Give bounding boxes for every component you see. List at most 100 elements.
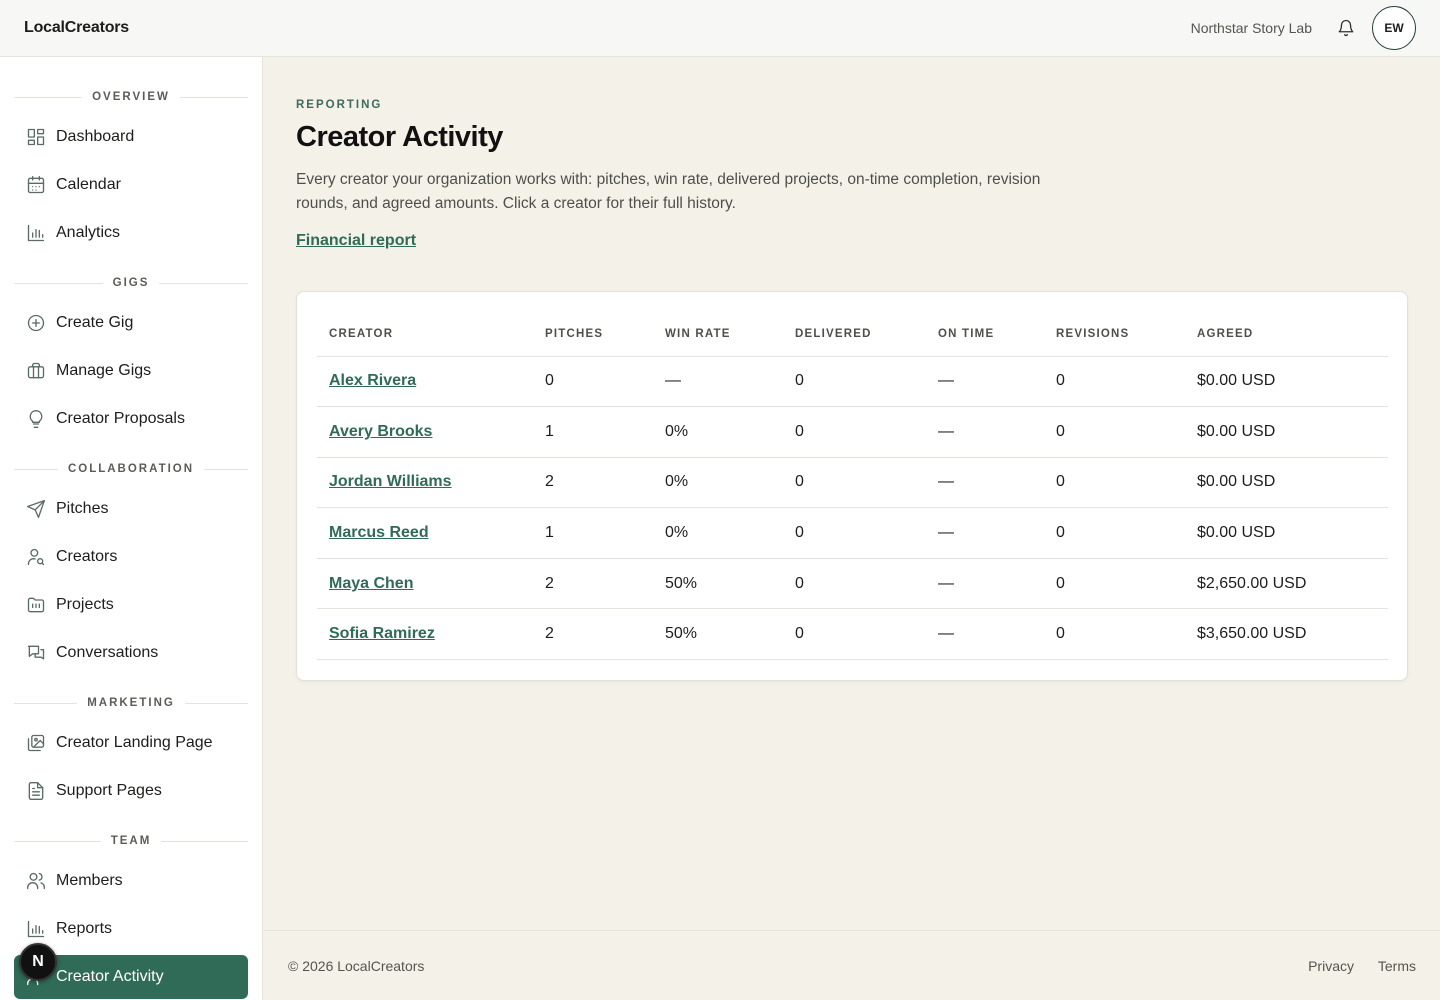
sidebar-item-creator-proposals[interactable]: Creator Proposals: [14, 397, 248, 441]
section-heading-text: OVERVIEW: [92, 91, 170, 103]
table-cell-on-time: —: [926, 558, 1044, 610]
sidebar: OVERVIEW Dashboard Calendar Analytics GIGS Cr…: [0, 57, 263, 1000]
financial-report-link[interactable]: Financial report: [296, 232, 416, 250]
divider: [159, 282, 249, 284]
creator-cell: Maya Chen: [317, 558, 533, 610]
chat-icon: [26, 643, 46, 663]
table-cell-agreed: $0.00 USD: [1185, 507, 1388, 559]
creator-cell: Marcus Reed: [317, 507, 533, 559]
sidebar-item-projects[interactable]: Projects: [14, 583, 248, 627]
column-header-pitches: PITCHES: [533, 312, 653, 357]
table-cell-revisions: 0: [1044, 558, 1185, 610]
floating-badge[interactable]: N: [19, 943, 57, 981]
sidebar-item-creator-landing-page[interactable]: Creator Landing Page: [14, 721, 248, 765]
sidebar-item-label: Creator Landing Page: [56, 734, 213, 751]
table-cell-agreed: $0.00 USD: [1185, 457, 1388, 509]
column-header-delivered: DELIVERED: [783, 312, 926, 357]
creator-link[interactable]: Marcus Reed: [329, 524, 429, 541]
briefcase-icon: [26, 361, 46, 381]
creator-link[interactable]: Avery Brooks: [329, 423, 432, 440]
creator-link[interactable]: Jordan Williams: [329, 473, 452, 490]
divider: [204, 468, 248, 470]
divider: [14, 840, 101, 842]
table-cell-on-time: —: [926, 507, 1044, 559]
sidebar-item-dashboard[interactable]: Dashboard: [14, 115, 248, 159]
table-row: Jordan Williams 2 0% 0—0 $0.00 USD: [317, 457, 1388, 509]
table-cell-win-rate: —: [653, 356, 783, 408]
table-cell-delivered: 0: [783, 608, 926, 661]
table-cell-revisions: 0: [1044, 406, 1185, 458]
sidebar-item-label: Create Gig: [56, 314, 134, 331]
table-cell-pitches: 2: [533, 558, 653, 610]
footer: © 2026 LocalCreators Privacy Terms: [264, 930, 1440, 1000]
table-cell-on-time: —: [926, 457, 1044, 509]
table-header-row: CREATOR PITCHES WIN RATE DELIVERED ON TIME RE…: [317, 312, 1388, 357]
sidebar-item-creators[interactable]: Creators: [14, 535, 248, 579]
table-cell-win-rate: 50%: [653, 558, 783, 610]
sidebar-item-label: Dashboard: [56, 128, 135, 145]
table-cell-revisions: 0: [1044, 356, 1185, 408]
divider: [14, 468, 58, 470]
section-heading-text: GIGS: [112, 277, 150, 289]
folder-icon: [26, 595, 46, 615]
divider: [14, 702, 78, 704]
sidebar-section-collaboration: COLLABORATION Pitches Creators Projects Conv…: [14, 459, 248, 679]
sidebar-item-label: Manage Gigs: [56, 362, 152, 379]
sidebar-section-heading: MARKETING: [14, 693, 249, 713]
terms-link[interactable]: Terms: [1378, 958, 1416, 974]
footer-links: Privacy Terms: [1288, 958, 1416, 974]
table-cell-delivered: 0: [783, 406, 926, 458]
sidebar-section-overview: OVERVIEW Dashboard Calendar Analytics: [14, 87, 248, 259]
dashboard-icon: [26, 127, 46, 147]
sidebar-item-label: Calendar: [56, 176, 121, 193]
table-cell-pitches: 2: [533, 608, 653, 661]
creator-cell: Sofia Ramirez: [317, 608, 533, 661]
table-cell-agreed: $0.00 USD: [1185, 406, 1388, 458]
table-cell-win-rate: 0%: [653, 507, 783, 559]
sidebar-item-support-pages[interactable]: Support Pages: [14, 769, 248, 813]
privacy-link[interactable]: Privacy: [1308, 958, 1354, 974]
table-cell-on-time: —: [926, 356, 1044, 408]
users-icon: [26, 871, 46, 891]
table-cell-delivered: 0: [783, 558, 926, 610]
sidebar-item-conversations[interactable]: Conversations: [14, 631, 248, 675]
table-cell-revisions: 0: [1044, 608, 1185, 661]
divider: [14, 96, 83, 98]
table-cell-win-rate: 0%: [653, 406, 783, 458]
sidebar-section-heading: OVERVIEW: [14, 87, 248, 107]
page-title: Creator Activity: [296, 121, 503, 153]
table-cell-win-rate: 0%: [653, 457, 783, 509]
sidebar-item-label: Members: [56, 872, 123, 889]
sidebar-item-label: Support Pages: [56, 782, 162, 799]
bell-icon[interactable]: [1336, 18, 1356, 38]
sidebar-item-label: Reports: [56, 920, 113, 937]
table-cell-revisions: 0: [1044, 457, 1185, 509]
sidebar-item-label: Analytics: [56, 224, 121, 241]
sidebar-section-heading: TEAM: [14, 831, 248, 851]
sidebar-item-label: Conversations: [56, 644, 159, 661]
sidebar-item-calendar[interactable]: Calendar: [14, 163, 248, 207]
creator-link[interactable]: Maya Chen: [329, 575, 413, 592]
sidebar-item-reports[interactable]: Reports: [14, 907, 248, 951]
organization-name[interactable]: Northstar Story Lab: [1191, 20, 1312, 36]
creator-activity-card: CREATOR PITCHES WIN RATE DELIVERED ON TIME RE…: [296, 291, 1408, 681]
brand-logo[interactable]: LocalCreators: [24, 19, 129, 37]
sidebar-item-pitches[interactable]: Pitches: [14, 487, 248, 531]
sidebar-item-manage-gigs[interactable]: Manage Gigs: [14, 349, 248, 393]
creator-link[interactable]: Alex Rivera: [329, 372, 416, 389]
sidebar-item-analytics[interactable]: Analytics: [14, 211, 248, 255]
section-heading-text: COLLABORATION: [67, 463, 195, 475]
table-cell-agreed: $0.00 USD: [1185, 356, 1388, 408]
main-content: REPORTING Creator Activity Every creator…: [264, 57, 1440, 930]
table-cell-delivered: 0: [783, 507, 926, 559]
creator-link[interactable]: Sofia Ramirez: [329, 625, 435, 642]
lightbulb-icon: [26, 409, 46, 429]
sidebar-item-members[interactable]: Members: [14, 859, 248, 903]
image-gallery-icon: [26, 733, 46, 753]
table-cell-pitches: 1: [533, 406, 653, 458]
table-row: Maya Chen 2 50% 0—0 $2,650.00 USD: [317, 558, 1388, 610]
user-avatar[interactable]: EW: [1372, 6, 1416, 50]
section-heading-text: TEAM: [110, 835, 152, 847]
sidebar-item-create-gig[interactable]: Create Gig: [14, 301, 248, 345]
table-cell-pitches: 1: [533, 507, 653, 559]
